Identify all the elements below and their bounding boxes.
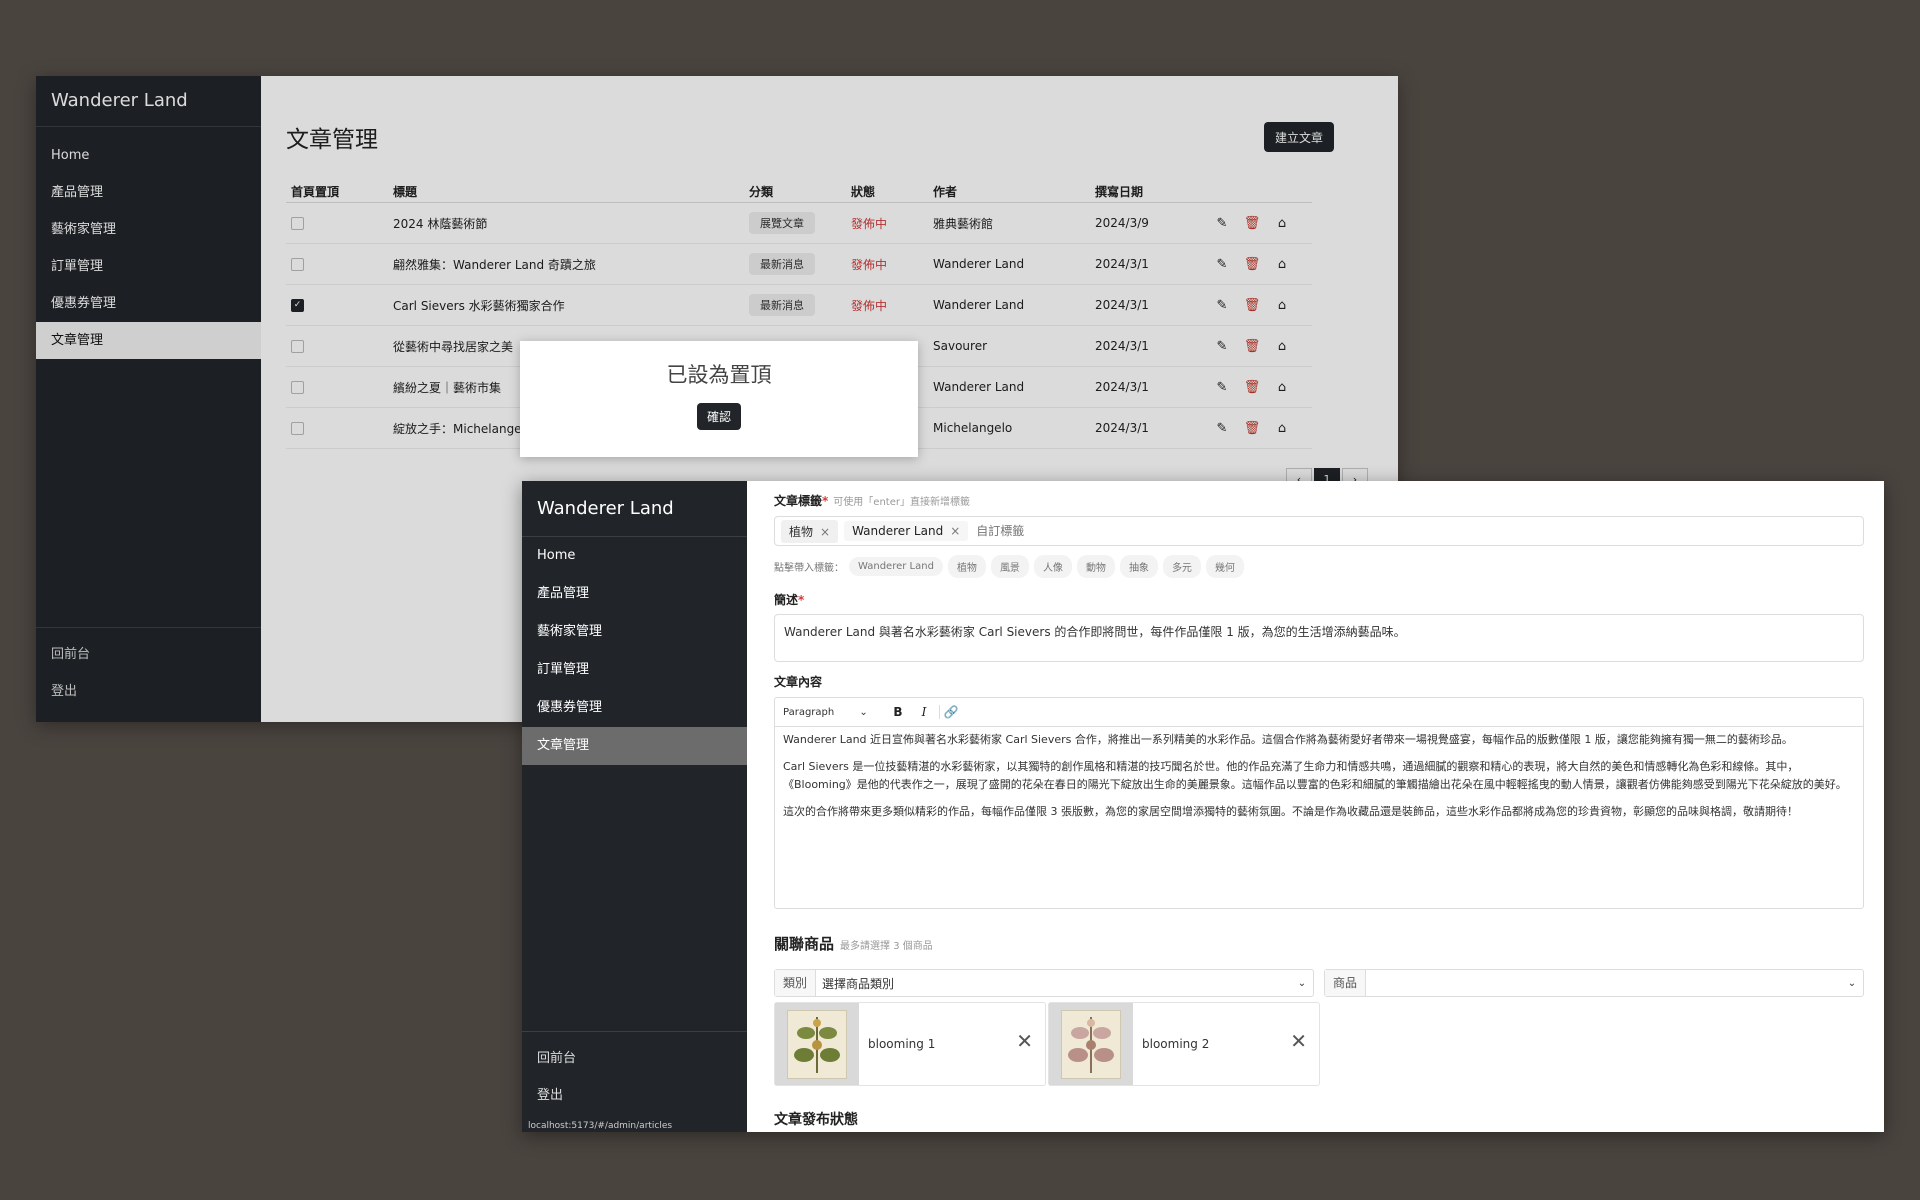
italic-button[interactable]: I: [913, 705, 935, 719]
suggested-tag-chip[interactable]: 人像: [1033, 555, 1072, 578]
suggested-tag-chip[interactable]: 植物: [947, 555, 986, 578]
suggest-label: 點擊帶入標籤：: [774, 563, 844, 574]
description-label-text: 簡述: [774, 593, 799, 607]
sidebar-bottom: 回前台 登出: [522, 1031, 747, 1132]
dialog-title: 已設為置頂: [666, 363, 772, 387]
sidebar-item-products[interactable]: 產品管理: [522, 575, 747, 613]
product-thumbnail: [775, 1003, 859, 1085]
product-name: blooming 1: [868, 1037, 936, 1051]
related-product-card: blooming 2 ✕: [1048, 1002, 1320, 1086]
related-products-heading: 關聯商品 最多請選擇 3 個商品: [774, 933, 933, 954]
description-label: 簡述*: [774, 591, 804, 608]
tag-chip-label: Wanderer Land: [852, 524, 944, 538]
rich-text-editor: Paragraph ⌄ B I 🔗 Wanderer Land 近日宣佈與著名水…: [774, 697, 1864, 909]
custom-tag-input[interactable]: [974, 523, 1099, 539]
status-bar-url: localhost:5173/#/admin/articles: [525, 1120, 676, 1132]
content-label: 文章內容: [774, 675, 823, 689]
category-select-label: 類別: [775, 970, 816, 996]
confirm-button[interactable]: 確認: [697, 403, 741, 430]
suggested-tag-chip[interactable]: 多元: [1162, 555, 1201, 578]
bold-button[interactable]: B: [887, 705, 909, 719]
required-mark: *: [822, 494, 829, 508]
tag-chip-label: 植物: [789, 524, 814, 539]
tags-label-text: 文章標籤: [774, 494, 823, 508]
article-editor-window: Wanderer Land Home 產品管理 藝術家管理 訂單管理 優惠券管理…: [522, 481, 1884, 1132]
related-product-card: blooming 1 ✕: [774, 1002, 1046, 1086]
remove-tag-icon[interactable]: ×: [950, 524, 960, 538]
tag-chip: Wanderer Land ×: [844, 521, 969, 541]
tag-chip: 植物 ×: [781, 519, 839, 543]
product-thumbnail: [1049, 1003, 1133, 1085]
back-to-frontend-link[interactable]: 回前台: [522, 1040, 747, 1077]
suggested-tag-chip[interactable]: 幾何: [1205, 555, 1244, 578]
sidebar-item-artists[interactable]: 藝術家管理: [522, 613, 747, 651]
category-select[interactable]: 類別 選擇商品類別 ⌄: [774, 969, 1314, 997]
artwork-image: [1061, 1010, 1121, 1079]
content-paragraph: Carl Sievers 是一位技藝精湛的水彩藝術家，以其獨特的創作風格和精湛的…: [783, 760, 1847, 791]
link-icon[interactable]: 🔗: [939, 705, 962, 719]
tags-input-box[interactable]: 植物 × Wanderer Land ×: [774, 516, 1864, 546]
sidebar-nav: Home 產品管理 藝術家管理 訂單管理 優惠券管理 文章管理: [522, 537, 747, 765]
sidebar: Wanderer Land Home 產品管理 藝術家管理 訂單管理 優惠券管理…: [522, 481, 747, 1132]
editor-toolbar: Paragraph ⌄ B I 🔗: [775, 698, 1863, 727]
related-products-title: 關聯商品: [774, 935, 835, 953]
content-paragraph: 這次的合作將帶來更多類似精彩的作品，每幅作品僅限 3 張版數，為您的家居空間增添…: [783, 805, 1798, 818]
sidebar-item-home[interactable]: Home: [522, 537, 747, 575]
suggested-tag-chip[interactable]: Wanderer Land: [849, 557, 943, 576]
brand-logo[interactable]: Wanderer Land: [522, 481, 747, 537]
suggested-tag-chip[interactable]: 風景: [990, 555, 1029, 578]
sidebar-item-coupons[interactable]: 優惠券管理: [522, 689, 747, 727]
artwork-image: [787, 1010, 847, 1079]
publish-status-heading: 文章發布狀態: [774, 1112, 858, 1128]
pinned-confirm-dialog: 已設為置頂 確認: [520, 341, 918, 457]
paragraph-label: Paragraph: [783, 706, 835, 718]
remove-tag-icon[interactable]: ×: [820, 525, 830, 539]
close-icon[interactable]: ✕: [1016, 1029, 1033, 1053]
content-paragraph: Wanderer Land 近日宣佈與著名水彩藝術家 Carl Sievers …: [783, 733, 1793, 746]
close-icon[interactable]: ✕: [1290, 1029, 1307, 1053]
logout-link[interactable]: 登出: [522, 1077, 747, 1114]
related-products-hint: 最多請選擇 3 個商品: [840, 941, 933, 952]
tags-hint: 可使用「enter」直接新增標籤: [833, 497, 970, 508]
chevron-down-icon: ⌄: [1847, 977, 1857, 989]
sidebar-item-orders[interactable]: 訂單管理: [522, 651, 747, 689]
product-select-label: 商品: [1325, 970, 1366, 996]
suggested-tag-chip[interactable]: 抽象: [1119, 555, 1158, 578]
sidebar-item-articles[interactable]: 文章管理: [522, 727, 747, 765]
required-mark: *: [798, 593, 805, 607]
product-select[interactable]: 商品 ⌄: [1324, 969, 1864, 997]
category-select-value: 選擇商品類別: [822, 976, 895, 991]
suggested-tags: 點擊帶入標籤： Wanderer Land 植物 風景 人像 動物 抽象 多元 …: [774, 555, 1244, 578]
paragraph-dropdown[interactable]: Paragraph ⌄: [783, 707, 883, 718]
chevron-down-icon: ⌄: [859, 706, 868, 718]
tags-label: 文章標籤* 可使用「enter」直接新增標籤: [774, 492, 970, 509]
editor-form: 文章標籤* 可使用「enter」直接新增標籤 植物 × Wanderer Land ×…: [750, 481, 1884, 1132]
suggested-tag-chip[interactable]: 動物: [1076, 555, 1115, 578]
editor-content[interactable]: Wanderer Land 近日宣佈與著名水彩藝術家 Carl Sievers …: [775, 727, 1863, 821]
chevron-down-icon: ⌄: [1297, 977, 1307, 989]
product-name: blooming 2: [1142, 1037, 1210, 1051]
description-textarea[interactable]: Wanderer Land 與著名水彩藝術家 Carl Sievers 的合作即…: [774, 614, 1864, 662]
